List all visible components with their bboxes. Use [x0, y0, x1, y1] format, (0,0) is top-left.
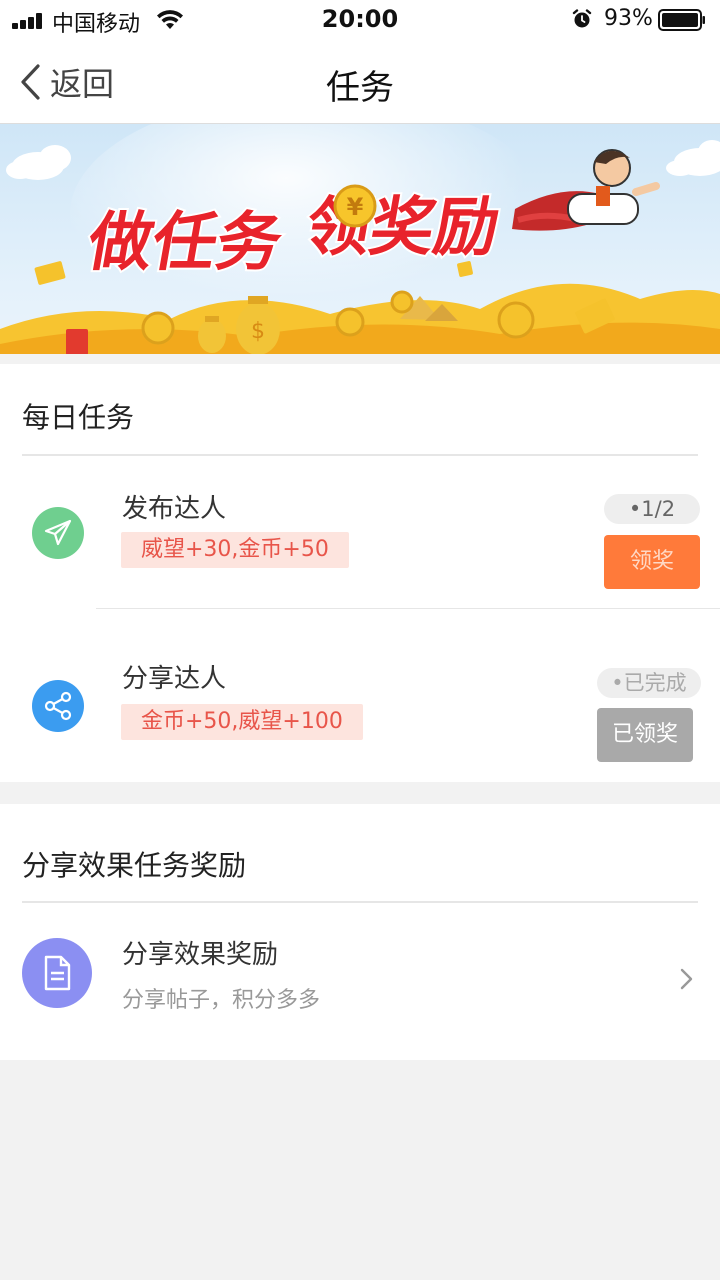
section-title: 分享效果任务奖励 [22, 849, 247, 882]
battery-percentage: 93% [604, 6, 653, 31]
task-name: 分享达人 [122, 664, 227, 694]
reward-tag: 金币+50,威望+100 [121, 704, 363, 740]
claimed-button[interactable]: 已领奖 [597, 708, 693, 762]
chevron-right-icon [680, 968, 693, 990]
banner-headline-left: 做任务 [82, 205, 289, 279]
svg-text:$: $ [251, 319, 265, 344]
paper-plane-icon [32, 507, 84, 559]
alarm-icon [572, 9, 592, 28]
progress-badge: •1/2 [604, 494, 700, 524]
task-name: 发布达人 [122, 494, 227, 524]
divider [96, 608, 720, 609]
task-row-publish[interactable]: 发布达人 威望+30,金币+50 •1/2 领奖 [0, 456, 720, 608]
promo-banner[interactable]: $ 做任务 领奖励 ¥ [0, 124, 720, 354]
document-icon [22, 938, 92, 1008]
claim-reward-button[interactable]: 领奖 [604, 535, 700, 589]
daily-tasks-section: 每日任务 发布达人 威望+30,金币+50 •1/2 领奖 分享达人 金币+50… [0, 364, 720, 782]
share-effect-reward-row[interactable]: 分享效果奖励 分享帖子，积分多多 [0, 902, 720, 1058]
section-title: 每日任务 [22, 401, 135, 434]
banner-illustration: $ 做任务 领奖励 ¥ [0, 124, 720, 354]
coin-symbol: ¥ [347, 193, 364, 221]
progress-badge: •已完成 [597, 668, 701, 698]
share-effect-section: 分享效果任务奖励 分享效果奖励 分享帖子，积分多多 [0, 804, 720, 1060]
reward-tag: 威望+30,金币+50 [121, 532, 349, 568]
item-subtitle: 分享帖子，积分多多 [122, 988, 321, 1013]
share-icon [32, 680, 84, 732]
cloud-icon [6, 145, 71, 180]
banner-headline-right: 领奖励 [300, 190, 505, 264]
back-button[interactable]: 返回 [18, 60, 114, 104]
task-row-share[interactable]: 分享达人 金币+50,威望+100 •已完成 已领奖 [0, 610, 720, 780]
item-title: 分享效果奖励 [122, 940, 279, 970]
status-bar: 中国移动 20:00 93% [0, 0, 720, 40]
battery-icon [658, 9, 705, 31]
navigation-bar: 返回 任务 [0, 40, 720, 124]
back-label: 返回 [50, 65, 115, 103]
chevron-left-icon [21, 64, 40, 100]
